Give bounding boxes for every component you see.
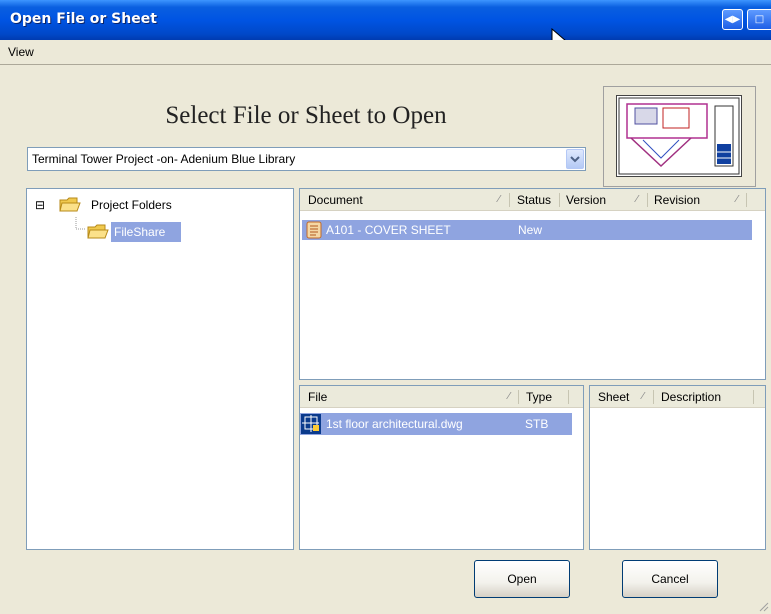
folder-open-icon bbox=[59, 197, 81, 212]
tree-expander[interactable]: ⊟ bbox=[35, 198, 45, 212]
sort-icon: ⁄ bbox=[508, 391, 510, 402]
column-divider[interactable] bbox=[509, 193, 510, 207]
chevron-down-icon[interactable] bbox=[566, 149, 584, 169]
tree-connector bbox=[75, 217, 86, 230]
table-row[interactable]: A101 - COVER SHEET New bbox=[302, 220, 752, 240]
column-description[interactable]: Description bbox=[661, 390, 721, 404]
column-divider[interactable] bbox=[653, 390, 654, 404]
document-icon bbox=[306, 221, 322, 239]
library-combo-value: Terminal Tower Project -on- Adenium Blue… bbox=[32, 152, 296, 166]
library-combo[interactable]: Terminal Tower Project -on- Adenium Blue… bbox=[27, 147, 586, 171]
column-divider[interactable] bbox=[568, 390, 569, 404]
menu-view[interactable]: View bbox=[8, 45, 34, 59]
column-document[interactable]: Document bbox=[308, 193, 363, 207]
open-file-dialog: Open File or Sheet ◀▶ □ View Select File… bbox=[0, 0, 771, 614]
file-name: 1st floor architectural.dwg bbox=[326, 417, 463, 431]
sheets-header: Sheet ⁄ Description bbox=[590, 386, 765, 408]
window-title: Open File or Sheet bbox=[10, 11, 157, 27]
document-name: A101 - COVER SHEET bbox=[326, 223, 451, 237]
column-revision[interactable]: Revision bbox=[654, 193, 700, 207]
sort-icon: ⁄ bbox=[636, 194, 638, 205]
sheets-list[interactable]: Sheet ⁄ Description bbox=[589, 385, 766, 550]
sort-icon: ⁄ bbox=[736, 194, 738, 205]
file-type: STB bbox=[525, 417, 549, 431]
folder-tree[interactable]: ⊟ Project Folders FileShare bbox=[26, 188, 294, 550]
column-sheet[interactable]: Sheet bbox=[598, 390, 629, 404]
sort-icon: ⁄ bbox=[498, 194, 500, 205]
dialog-heading: Select File or Sheet to Open bbox=[165, 102, 447, 129]
document-status: New bbox=[518, 223, 543, 237]
documents-list[interactable]: Document ⁄ Status Version ⁄ Revision ⁄ A… bbox=[299, 188, 766, 380]
files-list[interactable]: File ⁄ Type 1st floor architectural.dwg … bbox=[299, 385, 584, 550]
table-row[interactable]: 1st floor architectural.dwg STB bbox=[300, 413, 572, 435]
title-bar[interactable]: Open File or Sheet ◀▶ □ bbox=[0, 0, 771, 40]
column-divider[interactable] bbox=[647, 193, 648, 207]
column-status[interactable]: Status bbox=[517, 193, 551, 207]
sort-icon: ⁄ bbox=[642, 391, 644, 402]
column-version[interactable]: Version bbox=[566, 193, 606, 207]
folder-open-icon bbox=[87, 224, 109, 239]
column-divider[interactable] bbox=[746, 193, 747, 207]
open-button[interactable]: Open bbox=[474, 560, 570, 598]
column-type[interactable]: Type bbox=[526, 390, 552, 404]
drawing-thumbnail bbox=[616, 95, 742, 177]
column-divider[interactable] bbox=[518, 390, 519, 404]
column-divider[interactable] bbox=[559, 193, 560, 207]
sheet-preview bbox=[603, 86, 756, 187]
column-divider[interactable] bbox=[753, 390, 754, 404]
resize-grip-icon[interactable] bbox=[757, 600, 769, 612]
window-icon[interactable]: □ bbox=[747, 9, 771, 30]
documents-header: Document ⁄ Status Version ⁄ Revision ⁄ bbox=[300, 189, 765, 211]
column-file[interactable]: File bbox=[308, 390, 327, 404]
dock-arrows-icon[interactable]: ◀▶ bbox=[722, 9, 743, 30]
files-header: File ⁄ Type bbox=[300, 386, 583, 408]
tree-item-label: FileShare bbox=[114, 225, 166, 239]
tree-item-fileshare[interactable]: FileShare bbox=[111, 222, 181, 242]
menu-bar: View bbox=[0, 40, 771, 64]
tree-item-project-folders[interactable]: Project Folders bbox=[91, 198, 172, 212]
menu-separator bbox=[0, 64, 771, 65]
dwg-file-icon bbox=[301, 414, 321, 434]
cancel-button[interactable]: Cancel bbox=[622, 560, 718, 598]
